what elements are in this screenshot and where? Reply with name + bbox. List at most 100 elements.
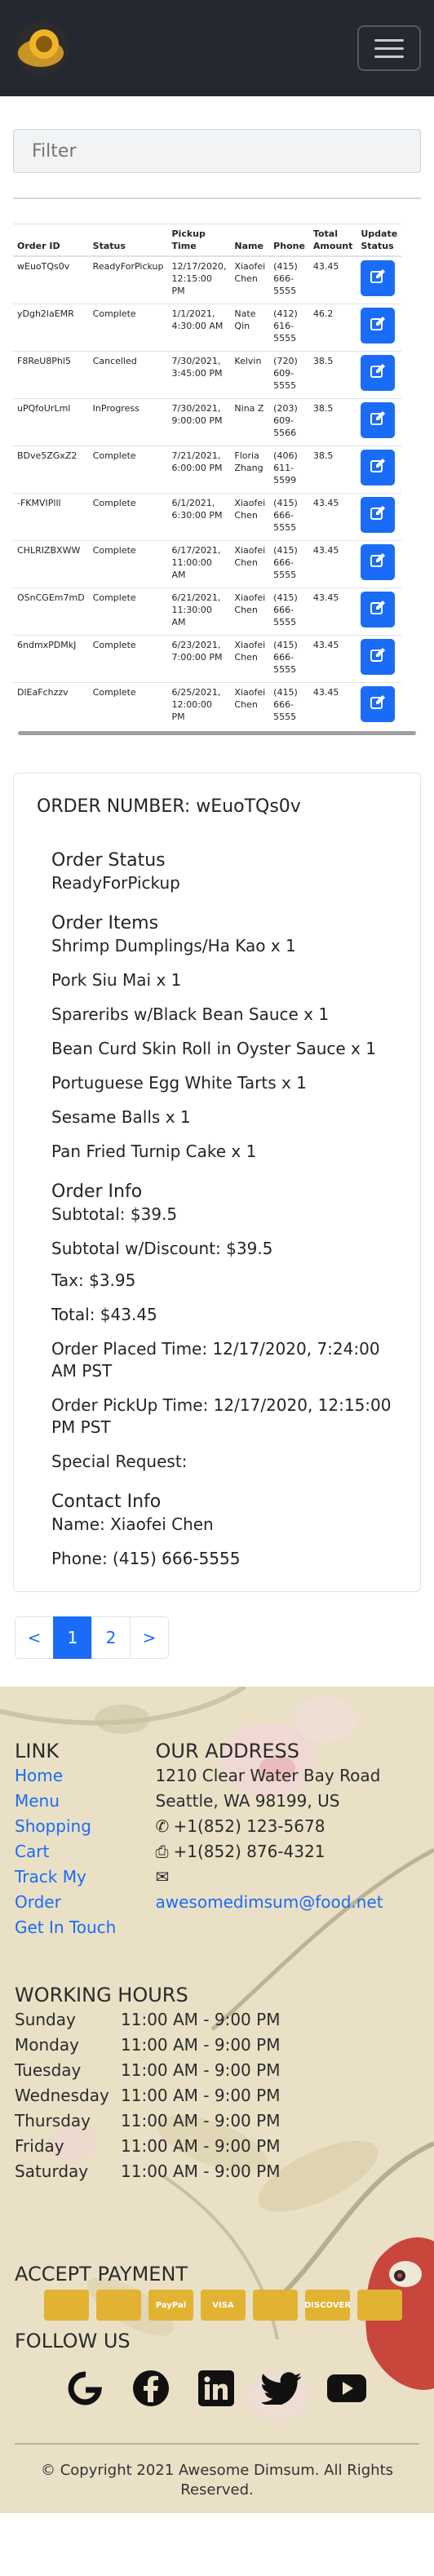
order-item: Pan Fried Turnip Cake x 1 xyxy=(51,1142,257,1161)
youtube-icon[interactable] xyxy=(326,2368,367,2409)
update-status-button[interactable] xyxy=(361,496,396,533)
footer-link-shopping-cart[interactable]: Shopping Cart xyxy=(15,1814,104,1864)
awesome-dimsum-logo[interactable] xyxy=(15,21,69,75)
table-horizontal-scrollbar[interactable] xyxy=(18,731,416,735)
cell-pickup-time: 12/17/2020, 12:15:00 PM xyxy=(167,255,231,304)
accept-payment: ACCEPT PAYMENT PayPal VISA DISCOVER xyxy=(15,2262,419,2321)
working-hours-day: Saturday xyxy=(15,2161,89,2181)
cell-total: 43.45 xyxy=(308,634,357,682)
table-row: uPQfoUrLml InProgress 7/30/2021, 9:00:00 P… xyxy=(13,397,402,446)
working-hours-row: Wednesday 11:00 AM - 9:00 PM xyxy=(15,2083,419,2108)
google-icon[interactable] xyxy=(65,2368,106,2409)
edit-icon xyxy=(370,458,386,477)
envelope-icon: ✉ xyxy=(155,1867,170,1887)
order-items-title: Order Items xyxy=(51,913,159,933)
footer-content: LINK Home Menu Shopping Cart Track My Or… xyxy=(0,1687,434,2500)
cell-total: 43.45 xyxy=(308,681,357,729)
cell-update-status xyxy=(356,445,402,493)
navbar-toggle-button[interactable] xyxy=(357,25,421,71)
pagination-prev[interactable]: < xyxy=(15,1616,54,1659)
edit-icon xyxy=(370,694,386,714)
table-row: BDve5ZGxZ2 Complete 7/21/2021, 6:00:00 PM F… xyxy=(13,445,402,493)
working-hours-time: 11:00 AM - 9:00 PM xyxy=(121,2086,281,2105)
table-row: yDgh2laEMR Complete 1/1/2021, 4:30:00 AM Na… xyxy=(13,303,402,351)
paypal-icon: PayPal xyxy=(148,2290,193,2321)
cell-pickup-time: 6/1/2021, 6:30:00 PM xyxy=(167,492,231,540)
order-special-request: Special Request: xyxy=(51,1452,188,1471)
filter-input[interactable] xyxy=(13,129,421,173)
pagination-page-1[interactable]: 1 xyxy=(53,1616,92,1659)
cell-name: Kelvin xyxy=(230,350,270,398)
footer-link-track-order[interactable]: Track My Order xyxy=(15,1864,104,1915)
cell-name: Nate Qin xyxy=(230,303,270,351)
cell-total: 43.45 xyxy=(308,587,357,635)
cell-name: Xiaofei Chen xyxy=(230,255,270,304)
col-header-name: Name xyxy=(230,224,270,257)
cell-pickup-time: 6/21/2021, 11:30:00 AM xyxy=(167,587,231,635)
update-status-button[interactable] xyxy=(361,638,396,675)
facebook-icon[interactable] xyxy=(131,2368,171,2409)
update-status-button[interactable] xyxy=(361,354,396,391)
cell-status: ReadyForPickup xyxy=(88,255,168,304)
twitter-icon[interactable] xyxy=(261,2368,302,2409)
cell-phone: (406) 611-5599 xyxy=(269,445,309,493)
working-hours-day: Monday xyxy=(15,2035,79,2055)
alipay-icon xyxy=(44,2290,89,2321)
contact-name: Name: Xiaofei Chen xyxy=(51,1514,214,1534)
table-row: 6ndmxPDMkJ Complete 6/23/2021, 7:00:00 PM X… xyxy=(13,634,402,682)
pagination-page-2[interactable]: 2 xyxy=(91,1616,131,1659)
footer-address-title: OUR ADDRESS xyxy=(155,1740,299,1762)
navbar xyxy=(0,0,434,96)
footer-link-get-in-touch[interactable]: Get In Touch xyxy=(15,1915,156,1940)
cell-phone: (415) 666-5555 xyxy=(269,681,309,729)
cell-update-status xyxy=(356,539,402,587)
cell-status: Complete xyxy=(88,681,168,729)
filter-section xyxy=(0,96,434,173)
order-tax: Tax: $3.95 xyxy=(51,1270,136,1290)
cell-status: Complete xyxy=(88,492,168,540)
cell-total: 38.5 xyxy=(308,350,357,398)
table-row: F8ReU8Phl5 Cancelled 7/30/2021, 3:45:00 PM… xyxy=(13,350,402,398)
working-hours-row: Tuesday 11:00 AM - 9:00 PM xyxy=(15,2058,419,2083)
footer-phone-1-text: +1(852) 123-5678 xyxy=(173,1816,326,1836)
footer-email-link[interactable]: awesomedimsum@food.net xyxy=(156,1890,419,1915)
update-status-button[interactable] xyxy=(361,685,396,722)
hamburger-icon-bar xyxy=(374,38,404,42)
order-status-title: Order Status xyxy=(51,850,166,871)
cell-phone: (203) 609-5566 xyxy=(269,397,309,446)
cell-total: 38.5 xyxy=(308,397,357,446)
footer-link-home[interactable]: Home xyxy=(15,1763,156,1789)
pagination-next[interactable]: > xyxy=(130,1616,169,1659)
linkedin-icon[interactable] xyxy=(196,2368,237,2409)
table-row: OSnCGEm7mD Complete 6/21/2021, 11:30:00 AM… xyxy=(13,587,402,635)
footer-divider xyxy=(15,2443,419,2445)
update-status-button[interactable] xyxy=(361,307,396,344)
order-total: Total: $43.45 xyxy=(51,1305,157,1324)
contact-phone: Phone: (415) 666-5555 xyxy=(51,1549,241,1568)
edit-icon xyxy=(370,410,386,430)
cell-phone: (415) 666-5555 xyxy=(269,634,309,682)
order-info-title: Order Info xyxy=(51,1182,143,1202)
order-item: Portuguese Egg White Tarts x 1 xyxy=(51,1073,307,1093)
working-hours-time: 11:00 AM - 9:00 PM xyxy=(121,2010,281,2029)
update-status-button[interactable] xyxy=(361,591,396,627)
order-placed-time: Order Placed Time: 12/17/2020, 7:24:00 A… xyxy=(51,1339,380,1381)
footer-address-line2: Seattle, WA 98199, US xyxy=(155,1791,340,1811)
cell-total: 38.5 xyxy=(308,445,357,493)
edit-icon xyxy=(370,552,386,572)
cell-phone: (415) 666-5555 xyxy=(269,587,309,635)
footer-link-menu[interactable]: Menu xyxy=(15,1789,156,1814)
cell-order-id: -FKMVIPlll xyxy=(13,492,89,540)
cell-update-status xyxy=(356,681,402,729)
update-status-button[interactable] xyxy=(361,449,396,485)
cell-phone: (415) 666-5555 xyxy=(269,255,309,304)
col-header-order-id: Order ID xyxy=(13,224,89,257)
update-status-button[interactable] xyxy=(361,543,396,580)
update-status-button[interactable] xyxy=(361,401,396,438)
footer-links-column: LINK Home Menu Shopping Cart Track My Or… xyxy=(15,1739,156,1940)
update-status-button[interactable] xyxy=(361,260,396,296)
cell-status: Complete xyxy=(88,634,168,682)
order-subtotal: Subtotal: $39.5 xyxy=(51,1204,178,1224)
cell-name: Nina Z xyxy=(230,397,270,446)
cell-name: Xiaofei Chen xyxy=(230,587,270,635)
